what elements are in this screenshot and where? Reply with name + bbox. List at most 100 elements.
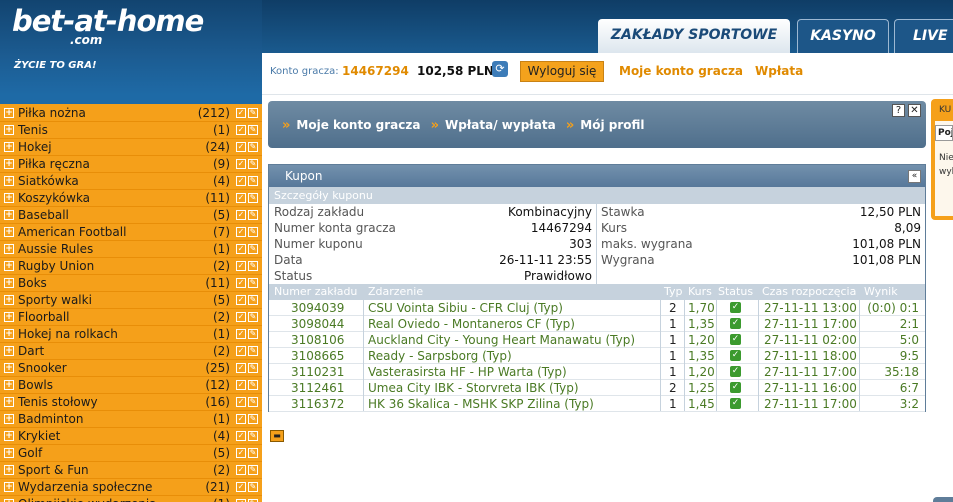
sport-item[interactable]: + Bowls (12) ✓ ✎ [0, 377, 262, 394]
edit-icon[interactable]: ✎ [248, 176, 258, 186]
sport-item[interactable]: + Krykiet (4) ✓ ✎ [0, 428, 262, 445]
edit-icon[interactable]: ✎ [248, 108, 258, 118]
edit-icon[interactable]: ✎ [248, 465, 258, 475]
sport-item[interactable]: + Sporty walki (5) ✓ ✎ [0, 292, 262, 309]
plus-icon[interactable]: + [4, 312, 14, 322]
sport-item[interactable]: + Siatkówka (4) ✓ ✎ [0, 173, 262, 190]
sport-item[interactable]: + Hokej (24) ✓ ✎ [0, 139, 262, 156]
sport-item[interactable]: + Sport & Fun (2) ✓ ✎ [0, 462, 262, 479]
tab-sports-betting[interactable]: ZAKŁADY SPORTOWE [598, 19, 790, 53]
deposit-link[interactable]: Wpłata [755, 64, 803, 78]
edit-icon[interactable]: ✎ [248, 380, 258, 390]
edit-icon[interactable]: ✎ [248, 142, 258, 152]
plus-icon[interactable]: + [4, 142, 14, 152]
edit-icon[interactable]: ✎ [248, 210, 258, 220]
breadcrumb-profile[interactable]: Mój profil [580, 118, 644, 132]
edit-icon[interactable]: ✎ [248, 397, 258, 407]
checkbox-icon[interactable]: ✓ [236, 193, 246, 203]
help-icon[interactable]: ? [892, 104, 905, 117]
table-row[interactable]: 3110231 Vasterasirsta HF - HP Warta (Typ)… [269, 364, 925, 380]
bet-number[interactable]: 3098044 [291, 317, 344, 331]
bet-number[interactable]: 3112461 [291, 381, 344, 395]
sport-item[interactable]: + Baseball (5) ✓ ✎ [0, 207, 262, 224]
sport-item[interactable]: + Dart (2) ✓ ✎ [0, 343, 262, 360]
plus-icon[interactable]: + [4, 227, 14, 237]
plus-icon[interactable]: + [4, 108, 14, 118]
logout-button[interactable]: Wyloguj się [520, 61, 604, 82]
bet-event[interactable]: Vasterasirsta HF - HP Warta (Typ) [368, 365, 567, 379]
tab-live[interactable]: LIVE [894, 19, 953, 53]
close-icon[interactable]: ✕ [908, 104, 921, 117]
sport-item[interactable]: + Golf (5) ✓ ✎ [0, 445, 262, 462]
edit-icon[interactable]: ✎ [248, 431, 258, 441]
checkbox-icon[interactable]: ✓ [236, 278, 246, 288]
sport-name[interactable]: Tenis [18, 123, 48, 137]
sport-name[interactable]: Boks [18, 276, 47, 290]
edit-icon[interactable]: ✎ [248, 278, 258, 288]
bottom-right-tab[interactable] [933, 497, 953, 502]
bet-event[interactable]: HK 36 Skalica - MSHK SKP Zilina (Typ) [368, 397, 594, 411]
bet-event[interactable]: CSU Vointa Sibiu - CFR Cluj (Typ) [368, 301, 563, 315]
edit-icon[interactable]: ✎ [248, 363, 258, 373]
checkbox-icon[interactable]: ✓ [236, 227, 246, 237]
sport-name[interactable]: Wydarzenia społeczne [18, 480, 152, 494]
sport-name[interactable]: Sporty walki [18, 293, 92, 307]
edit-icon[interactable]: ✎ [248, 193, 258, 203]
edit-icon[interactable]: ✎ [248, 312, 258, 322]
checkbox-icon[interactable]: ✓ [236, 159, 246, 169]
checkbox-icon[interactable]: ✓ [236, 210, 246, 220]
bet-event[interactable]: Ready - Sarpsborg (Typ) [368, 349, 512, 363]
sport-item[interactable]: + Hokej na rolkach (1) ✓ ✎ [0, 326, 262, 343]
table-row[interactable]: 3108106 Auckland City - Young Heart Manaw… [269, 332, 925, 348]
collapse-icon[interactable]: « [908, 170, 921, 183]
checkbox-icon[interactable]: ✓ [236, 295, 246, 305]
plus-icon[interactable]: + [4, 125, 14, 135]
checkbox-icon[interactable]: ✓ [236, 244, 246, 254]
checkbox-icon[interactable]: ✓ [236, 125, 246, 135]
plus-icon[interactable]: + [4, 465, 14, 475]
bet-event[interactable]: Umea City IBK - Storvreta IBK (Typ) [368, 381, 579, 395]
plus-icon[interactable]: + [4, 482, 14, 492]
plus-icon[interactable]: + [4, 397, 14, 407]
my-account-link[interactable]: Moje konto gracza [619, 64, 743, 78]
sport-name[interactable]: Floorball [18, 310, 70, 324]
checkbox-icon[interactable]: ✓ [236, 448, 246, 458]
checkbox-icon[interactable]: ✓ [236, 312, 246, 322]
sport-name[interactable]: Snooker [18, 361, 67, 375]
checkbox-icon[interactable]: ✓ [236, 176, 246, 186]
sport-name[interactable]: Sport & Fun [18, 463, 89, 477]
plus-icon[interactable]: + [4, 278, 14, 288]
plus-icon[interactable]: + [4, 193, 14, 203]
edit-icon[interactable]: ✎ [248, 414, 258, 424]
sport-name[interactable]: Dart [18, 344, 44, 358]
sport-item[interactable]: + Snooker (25) ✓ ✎ [0, 360, 262, 377]
sport-name[interactable]: Krykiet [18, 429, 60, 443]
sport-name[interactable]: Piłka ręczna [18, 157, 90, 171]
checkbox-icon[interactable]: ✓ [236, 397, 246, 407]
sport-name[interactable]: Bowls [18, 378, 53, 392]
edit-icon[interactable]: ✎ [248, 125, 258, 135]
edit-icon[interactable]: ✎ [248, 346, 258, 356]
sport-item[interactable]: + Boks (11) ✓ ✎ [0, 275, 262, 292]
bet-number[interactable]: 3110231 [291, 365, 344, 379]
checkbox-icon[interactable]: ✓ [236, 380, 246, 390]
plus-icon[interactable]: + [4, 329, 14, 339]
checkbox-icon[interactable]: ✓ [236, 414, 246, 424]
table-row[interactable]: 3108665 Ready - Sarpsborg (Typ) 1 1,35 ✓ 27-1… [269, 348, 925, 364]
checkbox-icon[interactable]: ✓ [236, 261, 246, 271]
checkbox-icon[interactable]: ✓ [236, 329, 246, 339]
sport-item[interactable]: + Piłka nożna (212) ✓ ✎ [0, 105, 262, 122]
sport-name[interactable]: Hokej [18, 140, 52, 154]
edit-icon[interactable]: ✎ [248, 295, 258, 305]
edit-icon[interactable]: ✎ [248, 227, 258, 237]
sport-item[interactable]: + Floorball (2) ✓ ✎ [0, 309, 262, 326]
sport-item[interactable]: + American Football (7) ✓ ✎ [0, 224, 262, 241]
sport-item[interactable]: + Aussie Rules (1) ✓ ✎ [0, 241, 262, 258]
bet-event[interactable]: Auckland City - Young Heart Manawatu (Ty… [368, 333, 635, 347]
logo-area[interactable]: bet-at-home .com ŻYCIE TO GRA! [0, 0, 262, 95]
table-row[interactable]: 3112461 Umea City IBK - Storvreta IBK (Ty… [269, 380, 925, 396]
checkbox-icon[interactable]: ✓ [236, 482, 246, 492]
plus-icon[interactable]: + [4, 431, 14, 441]
sport-name[interactable]: Aussie Rules [18, 242, 93, 256]
sport-item[interactable]: + Tenis (1) ✓ ✎ [0, 122, 262, 139]
